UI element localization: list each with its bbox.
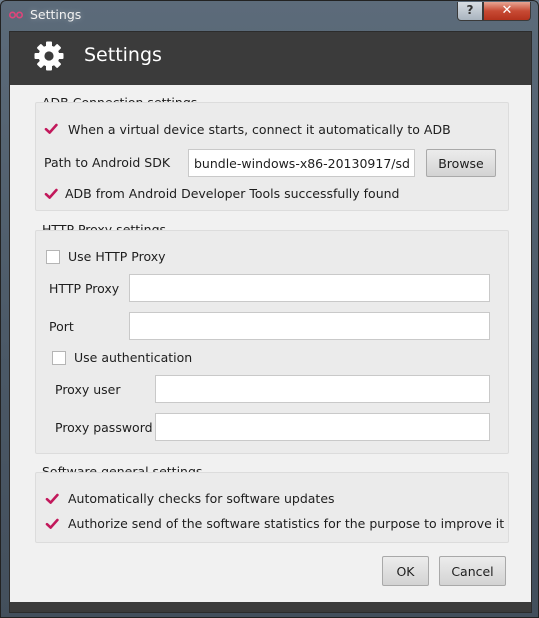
help-button[interactable]: ? — [457, 2, 483, 21]
use-proxy-label: Use HTTP Proxy — [68, 249, 166, 264]
auto-update-label: Automatically checks for software update… — [68, 491, 335, 506]
gear-icon — [34, 41, 64, 71]
http-proxy-label: HTTP Proxy — [49, 281, 120, 296]
app-logo-icon — [9, 11, 23, 19]
footer-bar — [10, 602, 531, 612]
browse-button[interactable]: Browse — [426, 149, 496, 177]
ok-button[interactable]: OK — [382, 556, 429, 586]
auto-connect-label: When a virtual device starts, connect it… — [68, 122, 451, 137]
sdk-path-label: Path to Android SDK — [44, 155, 171, 170]
statistics-checkbox[interactable] — [45, 517, 59, 531]
close-button[interactable]: ✕ — [483, 2, 531, 21]
statistics-label: Authorize send of the software statistic… — [68, 516, 505, 531]
proxy-user-label: Proxy user — [55, 382, 121, 397]
http-proxy-input[interactable] — [129, 274, 490, 302]
adb-status-text: ADB from Android Developer Tools success… — [65, 186, 400, 201]
port-input[interactable] — [129, 312, 490, 340]
auto-connect-checkbox[interactable] — [44, 122, 58, 136]
use-auth-label: Use authentication — [74, 350, 193, 365]
proxy-password-input[interactable] — [155, 413, 490, 441]
settings-window: Settings ? ✕ Settings ADB Connection set… — [0, 0, 539, 618]
use-auth-checkbox[interactable] — [52, 351, 66, 365]
status-check-icon — [44, 188, 58, 199]
use-proxy-checkbox[interactable] — [46, 250, 60, 264]
auto-update-checkbox[interactable] — [45, 492, 59, 506]
window-title: Settings — [30, 7, 82, 22]
port-label: Port — [49, 319, 74, 334]
page-title: Settings — [84, 44, 162, 66]
title-bar[interactable]: Settings ? ✕ — [1, 1, 538, 31]
sdk-path-input[interactable] — [188, 149, 415, 177]
general-panel — [35, 472, 509, 543]
dialog-body: Settings ADB Connection settings When a … — [9, 31, 532, 613]
dialog-header: Settings — [10, 32, 531, 85]
proxy-password-label: Proxy password — [55, 420, 153, 435]
cancel-button[interactable]: Cancel — [439, 556, 506, 586]
proxy-user-input[interactable] — [155, 375, 490, 403]
